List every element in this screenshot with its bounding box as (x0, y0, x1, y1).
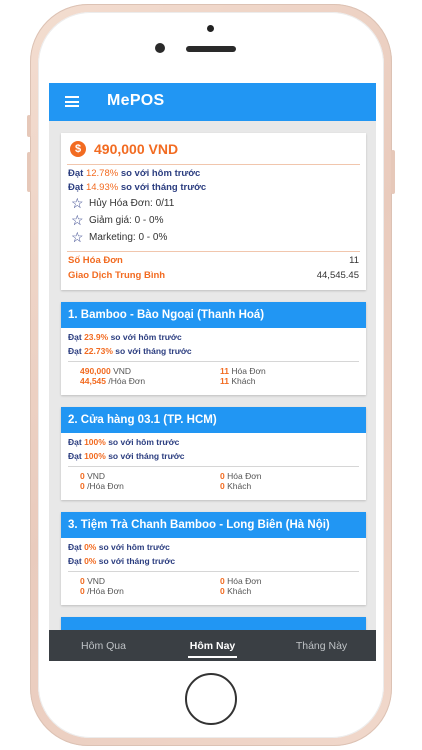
compare-day: Đạt 12.78% so với hôm trước (68, 168, 201, 179)
volume-up-button (27, 115, 31, 137)
store-compare-day: Đạt 100% so với hôm trước (68, 437, 180, 447)
total-revenue: 490,000 VND (94, 141, 179, 157)
divider (67, 164, 360, 165)
divider (68, 466, 359, 467)
cancel-invoice-row: ☆ Hủy Hóa Đơn: 0/11 (71, 195, 175, 211)
power-button (391, 150, 395, 194)
store-revenue: 490,000 VND (80, 366, 132, 376)
store-card-partial[interactable] (61, 617, 366, 630)
store-invoice-count: 0 Hóa Đơn (220, 576, 262, 586)
store-compare-month: Đạt 22.73% so với tháng trước (68, 346, 192, 356)
store-compare-day: Đạt 23.9% so với hôm trước (68, 332, 182, 342)
store-revenue: 0 VND (80, 576, 106, 586)
tab-today[interactable]: Hôm Nay (158, 630, 267, 661)
store-card[interactable]: 2. Cửa hàng 03.1 (TP. HCM) Đạt 100% so v… (61, 407, 366, 500)
store-avg-per-invoice: 0 /Hóa Đơn (80, 481, 124, 491)
discount-row: ☆ Giảm giá: 0 - 0% (71, 212, 164, 228)
bottom-tab-bar: Hôm Qua Hôm Nay Tháng Này (49, 630, 376, 661)
store-avg-per-invoice: 0 /Hóa Đơn (80, 586, 124, 596)
app-bar: MePOS (49, 83, 376, 121)
compare-month: Đạt 14.93% so với tháng trước (68, 182, 207, 193)
hamburger-menu-icon[interactable] (65, 96, 79, 107)
store-revenue: 0 VND (80, 471, 106, 481)
store-name: 3. Tiệm Trà Chanh Bamboo - Long Biên (Hà… (61, 512, 366, 538)
average-transaction-row: Giao Dịch Trung Bình 44,545.45 (68, 270, 359, 281)
tab-this-month[interactable]: Tháng Này (267, 630, 376, 661)
store-customer-count: 11 Khách (220, 376, 256, 386)
store-invoice-count: 0 Hóa Đơn (220, 471, 262, 481)
star-icon: ☆ (71, 195, 84, 211)
volume-down-button (27, 152, 31, 192)
star-icon: ☆ (71, 212, 84, 228)
divider (68, 571, 359, 572)
divider (67, 251, 360, 252)
store-avg-per-invoice: 44,545 /Hóa Đơn (80, 376, 146, 386)
marketing-row: ☆ Marketing: 0 - 0% (71, 229, 168, 245)
total-revenue-row: $ 490,000 VND (70, 141, 178, 157)
star-icon: ☆ (71, 229, 84, 245)
store-name: 2. Cửa hàng 03.1 (TP. HCM) (61, 407, 366, 433)
store-compare-day: Đạt 0% so với hôm trước (68, 542, 170, 552)
store-compare-month: Đạt 0% so với tháng trước (68, 556, 176, 566)
sensor-dot (207, 25, 214, 32)
divider (68, 361, 359, 362)
store-name: 1. Bamboo - Bào Ngoại (Thanh Hoá) (61, 302, 366, 328)
app-title: MePOS (107, 92, 165, 109)
front-camera (155, 43, 165, 53)
dashboard-content[interactable]: $ 490,000 VND Đạt 12.78% so với hôm trướ… (49, 121, 376, 630)
app-screen: MePOS $ 490,000 VND Đạt 12.78% so với hô… (49, 83, 376, 661)
store-compare-month: Đạt 100% so với tháng trước (68, 451, 185, 461)
store-customer-count: 0 Khách (220, 586, 252, 596)
store-card[interactable]: 3. Tiệm Trà Chanh Bamboo - Long Biên (Hà… (61, 512, 366, 605)
summary-card: $ 490,000 VND Đạt 12.78% so với hôm trướ… (61, 133, 366, 290)
store-customer-count: 0 Khách (220, 481, 252, 491)
store-card[interactable]: 1. Bamboo - Bào Ngoại (Thanh Hoá) Đạt 23… (61, 302, 366, 395)
invoice-count-row: Số Hóa Đơn 11 (68, 255, 359, 266)
store-invoice-count: 11 Hóa Đơn (220, 366, 266, 376)
home-button[interactable] (185, 673, 237, 725)
earpiece-speaker (186, 46, 236, 52)
coin-icon: $ (70, 141, 86, 157)
tab-yesterday[interactable]: Hôm Qua (49, 630, 158, 661)
